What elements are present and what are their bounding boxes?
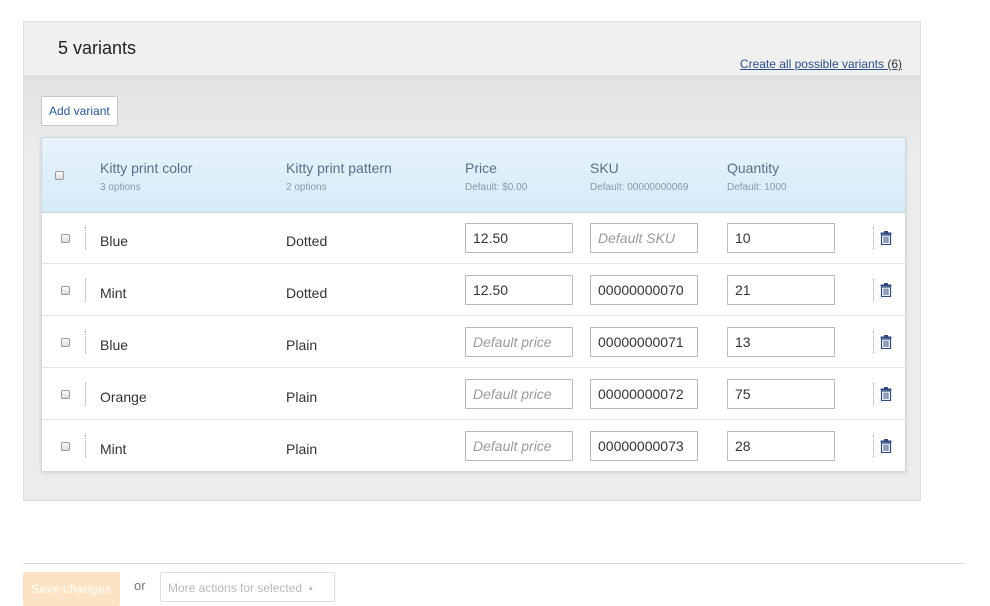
trash-icon[interactable] [880, 387, 892, 401]
variants-panel: 5 variants Create all possible variants … [23, 21, 921, 501]
cell-color: Mint [100, 285, 127, 301]
price-input[interactable] [465, 379, 573, 409]
col-header-pattern: Kitty print pattern [286, 160, 392, 176]
caret-up-icon: ▲ [307, 584, 314, 592]
col-header-quantity: Quantity [727, 160, 780, 176]
more-actions-label: More actions for selected [168, 581, 303, 595]
create-link-label[interactable]: Create all possible variants [740, 57, 884, 71]
drag-handle[interactable] [873, 435, 875, 457]
sku-input[interactable] [590, 275, 698, 305]
cell-pattern: Dotted [286, 285, 328, 301]
cell-color: Blue [100, 233, 129, 249]
add-variant-button[interactable]: Add variant [41, 96, 118, 126]
col-header-price: Price [465, 160, 497, 176]
create-link-count[interactable]: (6) [887, 57, 902, 71]
cell-color: Blue [100, 337, 129, 353]
row-checkbox[interactable] [61, 390, 70, 399]
drag-handle[interactable] [873, 227, 875, 249]
row-checkbox[interactable] [61, 338, 70, 347]
row-checkbox[interactable] [61, 442, 70, 451]
table-header: Kitty print color 3 options Kitty print … [42, 138, 905, 213]
quantity-input[interactable] [727, 275, 835, 305]
save-changes-button[interactable]: Save changes [23, 572, 120, 606]
col-sub-quantity: Default: 1000 [727, 182, 787, 193]
variant-row: Orange Plain [42, 368, 905, 420]
trash-icon[interactable] [880, 439, 892, 453]
variant-row: Mint Dotted [42, 264, 905, 316]
quantity-input[interactable] [727, 327, 835, 357]
variants-table: Kitty print color 3 options Kitty print … [41, 137, 906, 472]
col-header-color: Kitty print color [100, 160, 193, 176]
sku-input[interactable] [590, 223, 698, 253]
col-sub-color: 3 options [100, 182, 141, 193]
price-input[interactable] [465, 327, 573, 357]
col-sub-price: Default: $0.00 [465, 182, 528, 193]
col-sub-sku: Default: 00000000069 [590, 182, 689, 193]
sku-input[interactable] [590, 327, 698, 357]
trash-icon[interactable] [880, 231, 892, 245]
or-label: or [134, 578, 146, 593]
quantity-input[interactable] [727, 431, 835, 461]
cell-pattern: Plain [286, 441, 318, 457]
quantity-input[interactable] [727, 379, 835, 409]
row-checkbox[interactable] [61, 234, 70, 243]
price-input[interactable] [465, 275, 573, 305]
drag-handle[interactable] [85, 279, 87, 301]
drag-handle[interactable] [85, 227, 87, 249]
sku-input[interactable] [590, 379, 698, 409]
cell-pattern: Dotted [286, 233, 328, 249]
variant-row: Mint Plain [42, 420, 905, 472]
create-all-variants-link[interactable]: Create all possible variants (6) [740, 57, 902, 71]
drag-handle[interactable] [873, 383, 875, 405]
col-header-sku: SKU [590, 160, 619, 176]
drag-handle[interactable] [873, 331, 875, 353]
trash-icon[interactable] [880, 283, 892, 297]
cell-color: Mint [100, 441, 127, 457]
panel-header: 5 variants Create all possible variants … [24, 22, 920, 76]
cell-color: Orange [100, 389, 147, 405]
variant-row: Blue Plain [42, 316, 905, 368]
select-all-checkbox[interactable] [55, 171, 64, 180]
price-input[interactable] [465, 223, 573, 253]
drag-handle[interactable] [85, 435, 87, 457]
drag-handle[interactable] [85, 331, 87, 353]
col-sub-pattern: 2 options [286, 182, 327, 193]
quantity-input[interactable] [727, 223, 835, 253]
cell-pattern: Plain [286, 337, 318, 353]
drag-handle[interactable] [873, 279, 875, 301]
trash-icon[interactable] [880, 335, 892, 349]
variants-title: 5 variants [58, 38, 137, 58]
row-checkbox[interactable] [61, 286, 70, 295]
price-input[interactable] [465, 431, 573, 461]
more-actions-dropdown[interactable]: More actions for selected ▲ [160, 572, 335, 602]
drag-handle[interactable] [85, 383, 87, 405]
sku-input[interactable] [590, 431, 698, 461]
footer-divider [23, 563, 963, 564]
variant-row: Blue Dotted [42, 212, 905, 264]
cell-pattern: Plain [286, 389, 318, 405]
